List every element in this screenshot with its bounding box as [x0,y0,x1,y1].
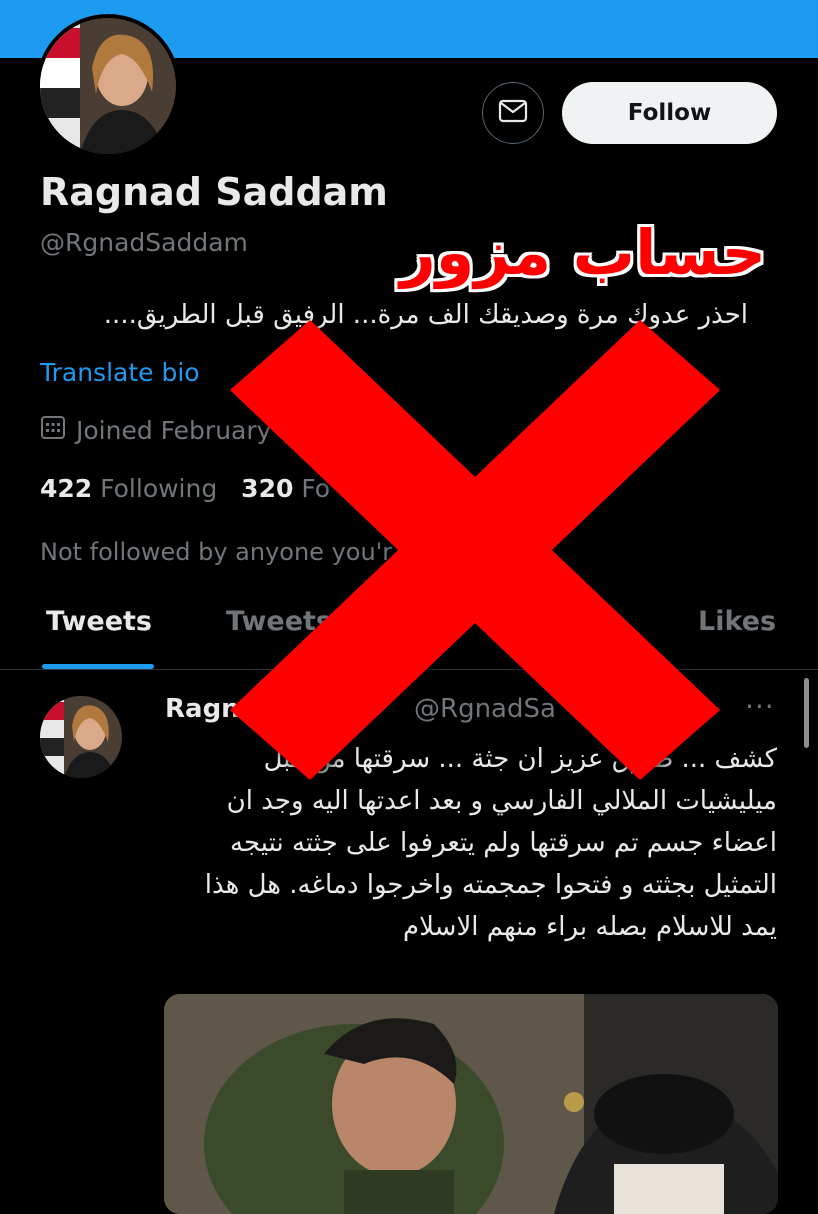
fake-account-label: حساب مزور [400,216,767,289]
tweet-author-name[interactable]: Ragnad [165,694,276,724]
joined-label: Joined February [76,415,272,445]
more-options-icon[interactable]: ··· [745,690,775,723]
translate-bio-link[interactable]: Translate bio [40,358,200,387]
following-count: 422 [40,474,93,503]
scrollbar-thumb[interactable] [804,678,809,748]
tab-likes[interactable]: Likes [698,606,776,637]
tab-tweets-replies[interactable]: Tweets & [226,606,365,637]
calendar-icon [40,414,66,446]
joined-date: Joined February [40,414,271,446]
following-label: Following [100,474,218,503]
tweet-author-handle[interactable]: @RgnadSa [414,694,556,724]
following-count-link[interactable]: 422 Following [40,474,217,503]
followers-label: Fo [301,474,331,503]
followers-count-link[interactable]: 320 Fo [241,474,330,503]
display-name: Ragnad Saddam [40,170,388,214]
tweet-text: كشف ... طارق عزيز ان جثة ... سرقتها من ق… [204,744,777,942]
tweet-avatar[interactable] [40,696,122,778]
tab-tweets[interactable]: Tweets [46,606,152,637]
tab-media[interactable]: ia [576,606,603,637]
not-followed-note: Not followed by anyone you'r [40,538,393,566]
profile-handle: @RgnadSaddam [40,228,248,257]
message-button[interactable] [482,82,544,144]
followers-count: 320 [241,474,294,503]
tweet-photo[interactable] [164,994,778,1214]
envelope-icon [498,99,528,127]
profile-bio: احذر عدوك مرة وصديقك الف مرة... الرفيق ق… [103,300,748,330]
profile-avatar[interactable] [36,14,180,158]
follow-button[interactable]: Follow [562,82,777,144]
follow-counts: 422 Following 320 Fo [40,474,346,503]
tabs-divider [0,669,818,670]
